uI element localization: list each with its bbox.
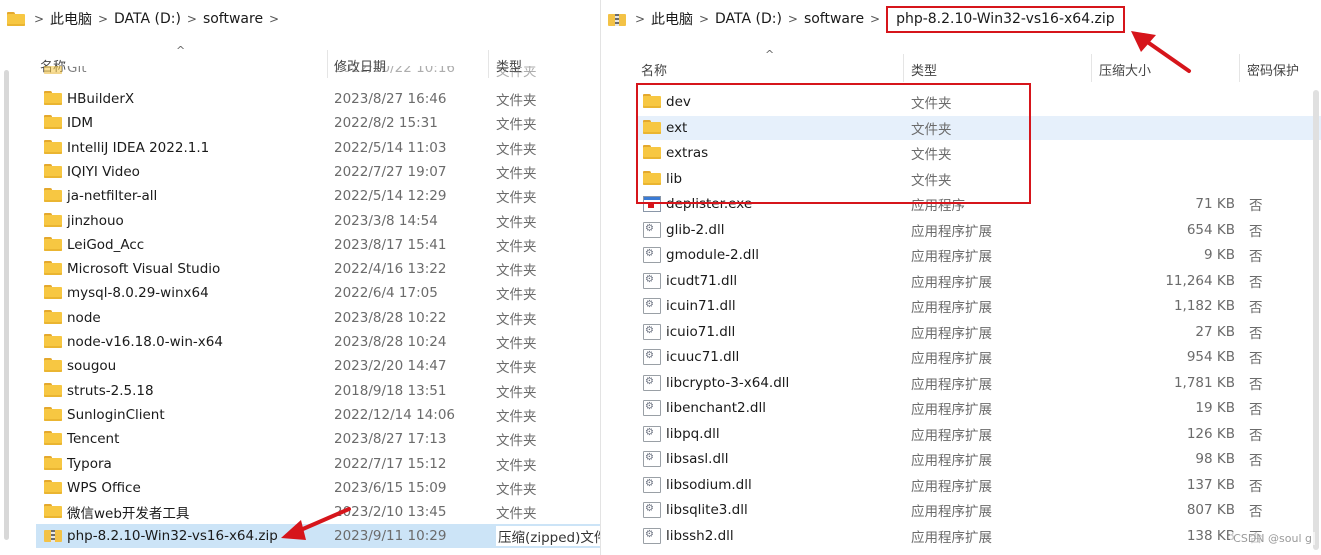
- dll-file-icon: [643, 272, 661, 289]
- file-row[interactable]: icuin71.dll应用程序扩展1,182 KB否: [637, 294, 1321, 318]
- dll-file-icon: [643, 374, 661, 391]
- list-item[interactable]: Git 2022/10/22 10:16 文件夹: [0, 66, 600, 82]
- folder-icon: [44, 236, 62, 253]
- dll-file-icon: [643, 349, 661, 365]
- dll-file-icon: [643, 527, 661, 544]
- list-item[interactable]: LeiGod_Acc 2023/8/17 15:41 文件夹: [0, 233, 600, 257]
- file-row[interactable]: libssh2.dll应用程序扩展138 KB否: [637, 524, 1321, 548]
- list-item[interactable]: Typora 2022/7/17 15:12 文件夹: [0, 452, 600, 476]
- dll-file-icon: [643, 298, 661, 314]
- file-row[interactable]: gmodule-2.dll应用程序扩展9 KB否: [637, 243, 1321, 267]
- folder-icon: [44, 479, 62, 496]
- list-item[interactable]: 微信web开发者工具 2023/2/10 13:45 文件夹: [0, 500, 600, 524]
- watermark: CSDN @soul g: [1230, 532, 1315, 545]
- list-item[interactable]: SunloginClient 2022/12/14 14:06 文件夹: [0, 403, 600, 427]
- file-row[interactable]: icuio71.dll应用程序扩展27 KB否: [637, 320, 1321, 344]
- folder-icon: [44, 431, 62, 447]
- right-scrollbar[interactable]: [1313, 90, 1319, 550]
- folder-icon: [44, 285, 62, 301]
- folder-icon: [44, 139, 62, 156]
- zip-folder-icon: [44, 528, 62, 544]
- dll-file-icon: [643, 221, 661, 238]
- dll-file-icon: [643, 451, 661, 467]
- left-explorer-pane: > 此电脑 > DATA (D:) > software > ^ 名称 修改日期…: [0, 0, 600, 555]
- list-item[interactable]: ja-netfilter-all 2022/5/14 12:29 文件夹: [0, 184, 600, 208]
- application-icon: [643, 196, 661, 212]
- dll-file-icon: [643, 247, 661, 263]
- file-row[interactable]: libsodium.dll应用程序扩展137 KB否: [637, 473, 1321, 497]
- folder-row-dev[interactable]: dev 文件夹: [637, 90, 1321, 114]
- list-item[interactable]: Microsoft Visual Studio 2022/4/16 13:22 文件…: [0, 257, 600, 281]
- dll-file-icon: [643, 400, 661, 416]
- list-item[interactable]: node 2023/8/28 10:22 文件夹: [0, 306, 600, 330]
- folder-icon: [44, 212, 62, 229]
- selected-zip-row[interactable]: php-8.2.10-Win32-vs16-x64.zip 2023/9/11 1…: [36, 524, 600, 549]
- dll-file-icon: [643, 502, 661, 518]
- folder-icon: [44, 66, 62, 76]
- file-row[interactable]: icuuc71.dll应用程序扩展954 KB否: [637, 345, 1321, 369]
- folder-icon: [44, 358, 62, 374]
- file-row[interactable]: libsqlite3.dll应用程序扩展807 KB否: [637, 498, 1321, 522]
- folder-icon: [44, 163, 62, 180]
- right-file-list: dev 文件夹 ext 文件夹 extras 文件夹 lib 文件夹 deplister.exe…: [601, 0, 1321, 555]
- folder-icon: [44, 504, 62, 520]
- folder-icon: [44, 382, 62, 399]
- list-item[interactable]: jinzhouo 2023/3/8 14:54 文件夹: [0, 209, 600, 233]
- dll-file-icon: [643, 425, 661, 442]
- list-item[interactable]: Tencent 2023/8/27 17:13 文件夹: [0, 427, 600, 451]
- list-item[interactable]: node-v16.18.0-win-x64 2023/8/28 10:24 文件夹: [0, 330, 600, 354]
- folder-icon: [44, 334, 62, 350]
- folder-icon: [44, 455, 62, 472]
- folder-row-lib[interactable]: lib 文件夹: [637, 167, 1321, 191]
- folder-icon: [44, 115, 62, 131]
- file-row[interactable]: libenchant2.dll应用程序扩展19 KB否: [637, 396, 1321, 420]
- folder-icon: [44, 309, 62, 326]
- file-row[interactable]: libcrypto-3-x64.dll应用程序扩展1,781 KB否: [637, 371, 1321, 395]
- list-item[interactable]: HBuilderX 2023/8/27 16:46 文件夹: [0, 87, 600, 111]
- list-item[interactable]: struts-2.5.18 2018/9/18 13:51 文件夹: [0, 379, 600, 403]
- folder-icon: [44, 406, 62, 423]
- folder-icon: [44, 91, 62, 107]
- list-item[interactable]: IDM 2022/8/2 15:31 文件夹: [0, 111, 600, 135]
- dll-file-icon: [643, 323, 661, 340]
- dll-file-icon: [643, 476, 661, 493]
- list-item[interactable]: IntelliJ IDEA 2022.1.1 2022/5/14 11:03 文件夹: [0, 136, 600, 160]
- list-item[interactable]: WPS Office 2023/6/15 15:09 文件夹: [0, 476, 600, 500]
- list-item[interactable]: mysql-8.0.29-winx64 2022/6/4 17:05 文件夹: [0, 281, 600, 305]
- folder-icon: [643, 170, 661, 187]
- right-explorer-pane: > 此电脑 > DATA (D:) > software > php-8.2.1…: [600, 0, 1321, 555]
- left-file-list: Git 2022/10/22 10:16 文件夹 HBuilderX 2023/8…: [0, 0, 600, 555]
- folder-row-ext[interactable]: ext 文件夹: [637, 115, 1321, 140]
- file-row[interactable]: icudt71.dll应用程序扩展11,264 KB否: [637, 269, 1321, 293]
- folder-row-extras[interactable]: extras 文件夹: [637, 141, 1321, 165]
- list-item[interactable]: IQIYI Video 2022/7/27 19:07 文件夹: [0, 160, 600, 184]
- folder-icon: [643, 145, 661, 161]
- list-item[interactable]: sougou 2023/2/20 14:47 文件夹: [0, 354, 600, 378]
- folder-icon: [643, 119, 661, 136]
- file-row[interactable]: libpq.dll应用程序扩展126 KB否: [637, 422, 1321, 446]
- folder-icon: [643, 94, 661, 110]
- file-row[interactable]: glib-2.dll应用程序扩展654 KB否: [637, 218, 1321, 242]
- file-row[interactable]: deplister.exe 应用程序 71 KB 否: [637, 192, 1321, 216]
- folder-icon: [44, 261, 62, 277]
- file-row[interactable]: libsasl.dll应用程序扩展98 KB否: [637, 447, 1321, 471]
- folder-icon: [44, 188, 62, 204]
